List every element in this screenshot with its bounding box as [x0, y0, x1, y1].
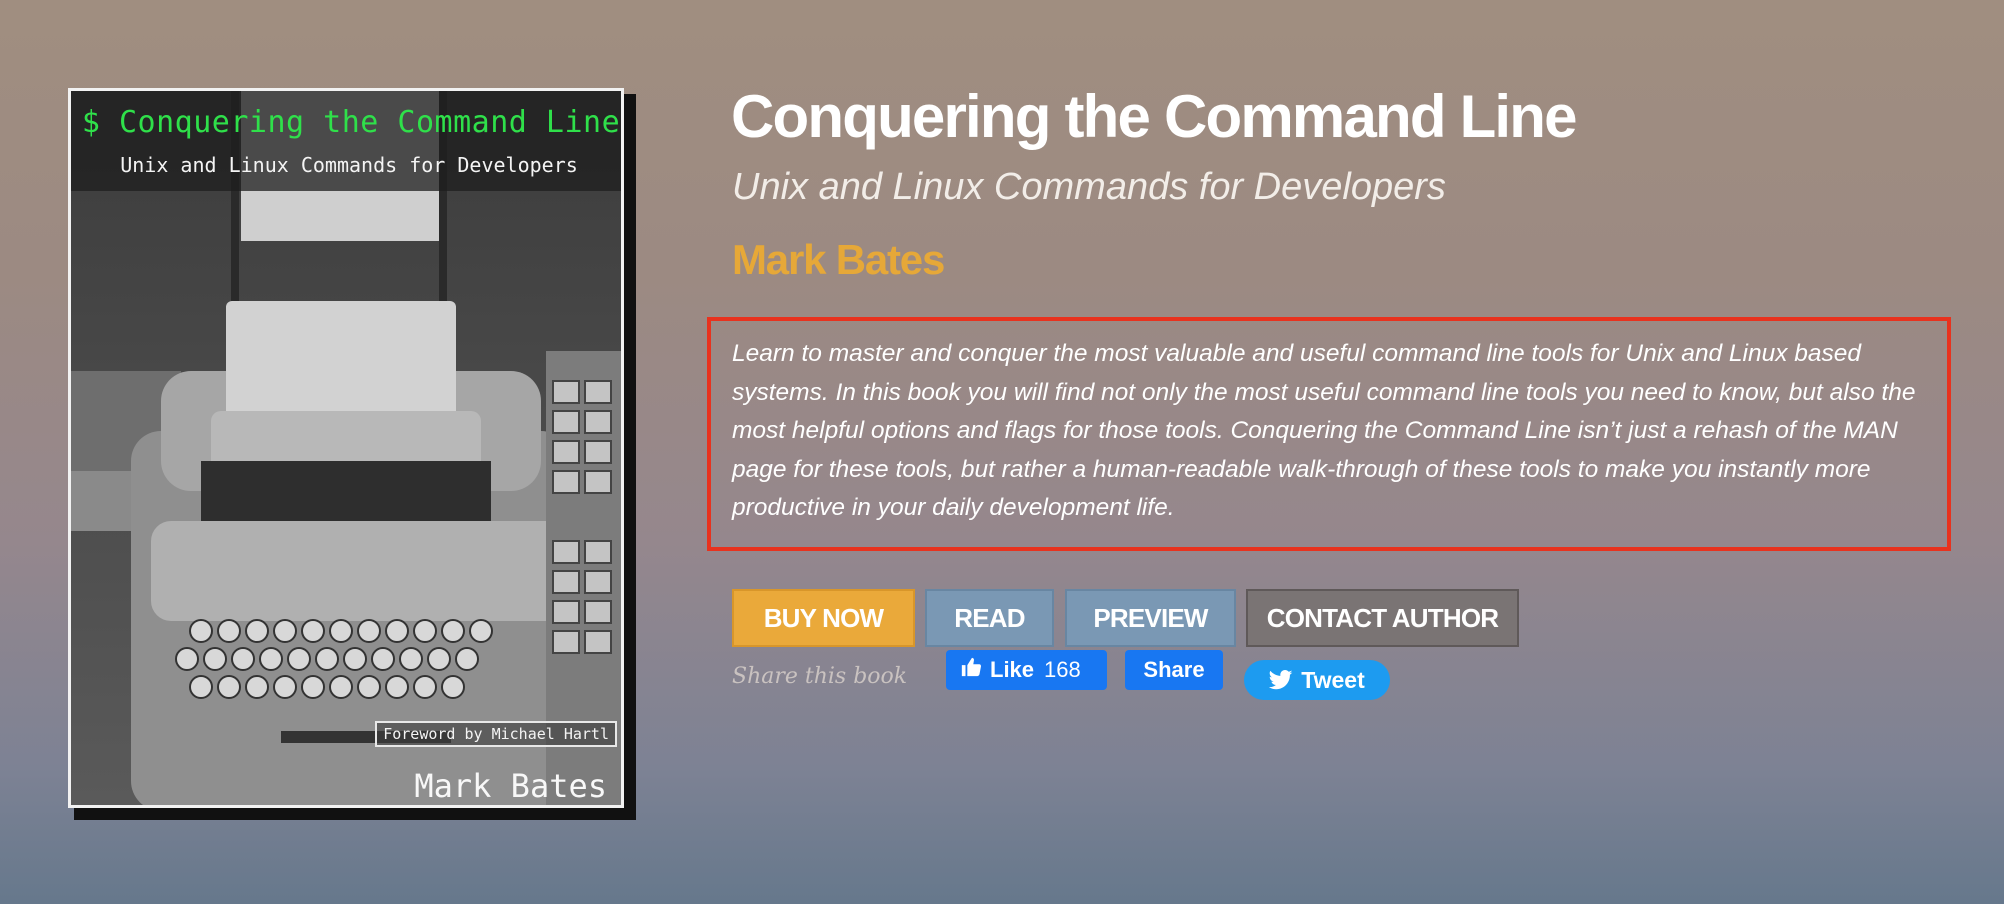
book-page: $ Conquering the Command Line Unix and L…	[0, 0, 2004, 904]
book-cover[interactable]: $ Conquering the Command Line Unix and L…	[68, 88, 636, 820]
book-author[interactable]: Mark Bates	[732, 234, 945, 286]
facebook-share-button[interactable]: Share	[1125, 650, 1223, 690]
buy-now-button[interactable]: BUY NOW	[732, 589, 915, 647]
book-subtitle: Unix and Linux Commands for Developers	[732, 166, 1446, 208]
cover-title: $ Conquering the Command Line	[81, 105, 621, 140]
like-label: Like	[990, 657, 1035, 682]
book-description: Learn to master and conquer the most val…	[732, 340, 1916, 521]
facebook-like-button[interactable]: Like 168	[946, 650, 1107, 690]
cover-subtitle: Unix and Linux Commands for Developers	[120, 153, 578, 177]
cover-image: $ Conquering the Command Line Unix and L…	[68, 88, 624, 808]
like-count: 168	[1044, 657, 1081, 682]
typewriter-illustration	[71, 91, 621, 805]
share-label: Share this book	[732, 664, 908, 689]
read-button[interactable]: READ	[925, 589, 1054, 647]
cover-author: Mark Bates	[414, 767, 607, 805]
contact-author-button[interactable]: CONTACT AUTHOR	[1246, 589, 1519, 647]
preview-button[interactable]: PREVIEW	[1065, 589, 1236, 647]
tweet-label: Tweet	[1301, 666, 1365, 693]
cover-foreword: Foreword by Michael Hartl	[375, 721, 617, 747]
twitter-bird-icon	[1269, 670, 1293, 690]
tweet-button[interactable]: Tweet	[1244, 660, 1390, 700]
book-title: Conquering the Command Line	[731, 83, 1578, 150]
thumbs-up-icon	[960, 656, 982, 684]
